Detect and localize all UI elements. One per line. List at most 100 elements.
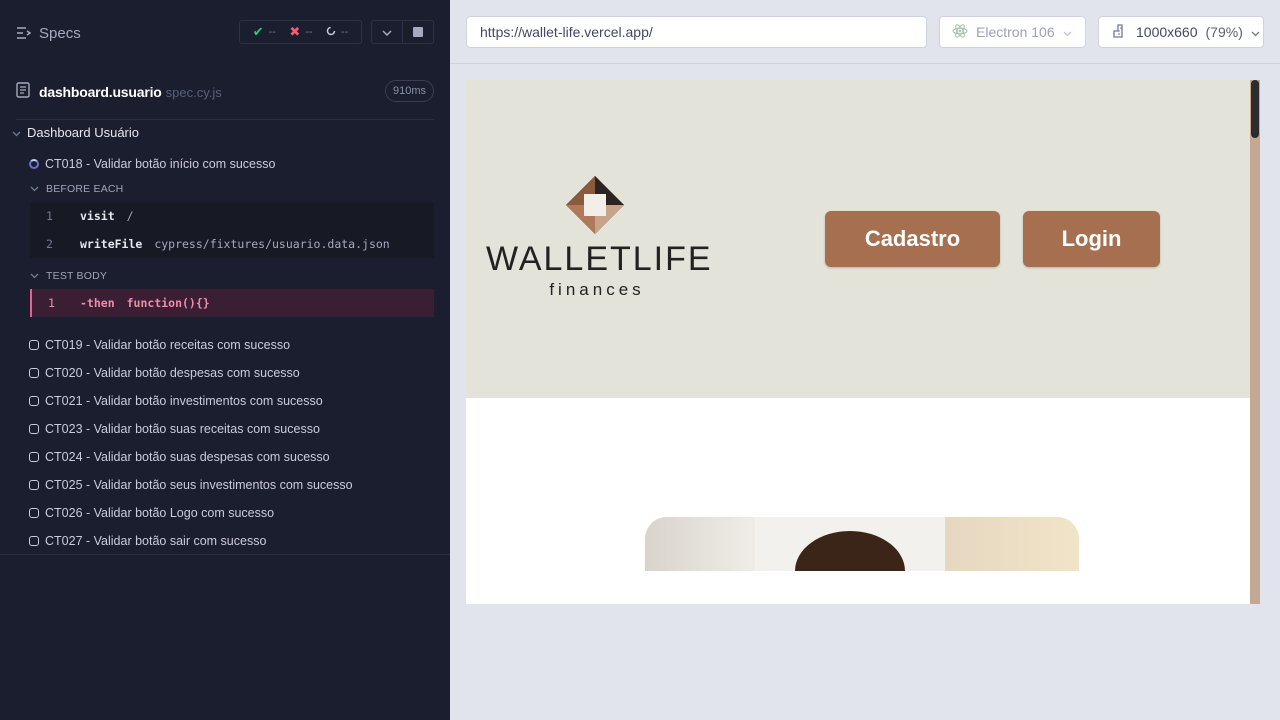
electron-icon	[952, 23, 968, 42]
chevron-down-icon	[1063, 24, 1072, 40]
test-item[interactable]: CT025 - Validar botão seus investimentos…	[29, 477, 353, 493]
test-label: CT025 - Validar botão seus investimentos…	[45, 478, 353, 492]
test-label: CT024 - Validar botão suas despesas com …	[45, 450, 330, 464]
test-item[interactable]: CT027 - Validar botão sair com sucesso	[29, 533, 266, 549]
pending-test-icon	[29, 480, 39, 490]
before-each-hook[interactable]: BEFORE EACH	[30, 183, 123, 195]
test-item[interactable]: CT021 - Validar botão investimentos com …	[29, 393, 323, 409]
browser-selector[interactable]: Electron 106	[939, 16, 1086, 48]
test-body-label: TEST BODY	[46, 270, 108, 282]
spec-name: dashboard.usuario	[39, 84, 162, 100]
chevron-down-icon	[30, 270, 39, 282]
test-item[interactable]: CT023 - Validar botão suas receitas com …	[29, 421, 320, 437]
spec-extension: spec.cy.js	[165, 84, 222, 100]
test-label: CT027 - Validar botão sair com sucesso	[45, 534, 267, 548]
test-stats: ✔ -- ✖ -- --	[239, 20, 362, 44]
chevron-down-icon	[12, 125, 21, 140]
before-each-commands: 1 visit / 2 writeFile cypress/fixtures/u…	[30, 202, 434, 258]
passed-count: --	[268, 26, 276, 38]
photo-panel	[645, 517, 755, 571]
test-body-hook[interactable]: TEST BODY	[30, 270, 107, 282]
command-name: visit	[80, 209, 115, 223]
chevron-down-icon	[30, 183, 39, 195]
menu-icon	[16, 27, 31, 39]
app-scrollbar[interactable]	[1250, 80, 1260, 604]
active-test-label: CT018 - Validar botão início com sucesso	[45, 157, 276, 171]
suite-title[interactable]: Dashboard Usuário	[12, 125, 139, 140]
pending-test-icon	[29, 424, 39, 434]
collapse-button[interactable]	[372, 21, 402, 43]
url-bar[interactable]: https://wallet-life.vercel.app/	[466, 16, 927, 48]
viewport-size: 1000x660	[1136, 24, 1198, 40]
x-icon: ✖	[289, 24, 301, 39]
pending-test-icon	[29, 536, 39, 546]
pending-test-icon	[29, 396, 39, 406]
command-number: 1	[46, 209, 53, 223]
command-number: 1	[48, 296, 55, 310]
scrollbar-thumb[interactable]	[1251, 80, 1259, 138]
command-row[interactable]: 1 visit /	[30, 202, 434, 230]
diamond-logo-icon	[566, 176, 624, 234]
test-body-commands: 1 -then function(){}	[30, 289, 434, 317]
test-label: CT021 - Validar botão investimentos com …	[45, 394, 323, 408]
command-arg: function(){}	[126, 296, 210, 310]
running-spinner-icon	[29, 159, 39, 169]
chevron-down-icon	[1251, 24, 1260, 40]
login-button[interactable]: Login	[1023, 211, 1160, 267]
pending-test-icon	[29, 368, 39, 378]
passed-stat: ✔ --	[253, 24, 276, 40]
failed-stat: ✖ --	[289, 24, 312, 40]
stop-button[interactable]	[402, 21, 433, 43]
reporter-header: Specs ✔ -- ✖ -- --	[0, 0, 450, 64]
photo-panel	[945, 517, 1079, 571]
test-label: CT026 - Validar botão Logo com sucesso	[45, 506, 275, 520]
chevron-down-icon	[382, 23, 392, 41]
hero-photo	[645, 517, 1079, 571]
command-number: 2	[46, 237, 53, 251]
failed-count: --	[305, 26, 313, 38]
command-name: writeFile	[80, 237, 143, 251]
command-name: -then	[80, 296, 115, 310]
log-bottom-divider	[0, 554, 450, 555]
ruler-icon	[1112, 23, 1128, 42]
active-test[interactable]: CT018 - Validar botão início com sucesso	[29, 156, 275, 172]
pending-test-icon	[29, 508, 39, 518]
failed-command-row[interactable]: 1 -then function(){}	[30, 289, 434, 317]
spec-header: dashboard.usuario spec.cy.js 910ms	[16, 80, 434, 104]
cadastro-button[interactable]: Cadastro	[825, 211, 1000, 267]
document-icon	[16, 81, 30, 103]
app-under-test: WALLETLIFE finances Cadastro Login	[466, 80, 1260, 604]
pending-test-icon	[29, 452, 39, 462]
pending-count: --	[340, 26, 349, 38]
logo-wordmark: WALLETLIFE	[486, 240, 713, 278]
stop-icon	[413, 27, 423, 37]
pending-stat: --	[326, 26, 348, 39]
viewport-scale: (79%)	[1205, 24, 1243, 40]
browser-label: Electron 106	[976, 24, 1055, 40]
command-row[interactable]: 2 writeFile cypress/fixtures/usuario.dat…	[30, 230, 434, 258]
check-icon: ✔	[252, 24, 264, 39]
logo-subtitle: finances	[549, 280, 645, 299]
before-each-label: BEFORE EACH	[46, 183, 124, 195]
test-item[interactable]: CT020 - Validar botão despesas com suces…	[29, 365, 300, 381]
pending-icon	[326, 26, 336, 39]
test-item[interactable]: CT019 - Validar botão receitas com suces…	[29, 337, 290, 353]
test-item[interactable]: CT026 - Validar botão Logo com sucesso	[29, 505, 274, 521]
test-item[interactable]: CT024 - Validar botão suas despesas com …	[29, 449, 330, 465]
toolbar-divider	[450, 63, 1280, 64]
pending-test-icon	[29, 340, 39, 350]
test-label: CT023 - Validar botão suas receitas com …	[45, 422, 320, 436]
command-log-panel: Specs ✔ -- ✖ -- -- dashboard.usuario spe…	[0, 0, 450, 720]
suite-label: Dashboard Usuário	[27, 125, 140, 140]
duration-badge: 910ms	[384, 80, 434, 102]
test-label: CT019 - Validar botão receitas com suces…	[45, 338, 291, 352]
viewport-selector[interactable]: 1000x660 (79%)	[1098, 16, 1264, 48]
specs-label: Specs	[39, 24, 81, 42]
run-controls	[371, 20, 434, 44]
command-arg: /	[126, 209, 134, 223]
app-hero: WALLETLIFE finances Cadastro Login	[466, 80, 1250, 398]
spec-divider	[16, 119, 434, 120]
command-arg: cypress/fixtures/usuario.data.json	[154, 237, 390, 251]
test-label: CT020 - Validar botão despesas com suces…	[45, 366, 300, 380]
specs-button[interactable]: Specs	[16, 22, 81, 44]
